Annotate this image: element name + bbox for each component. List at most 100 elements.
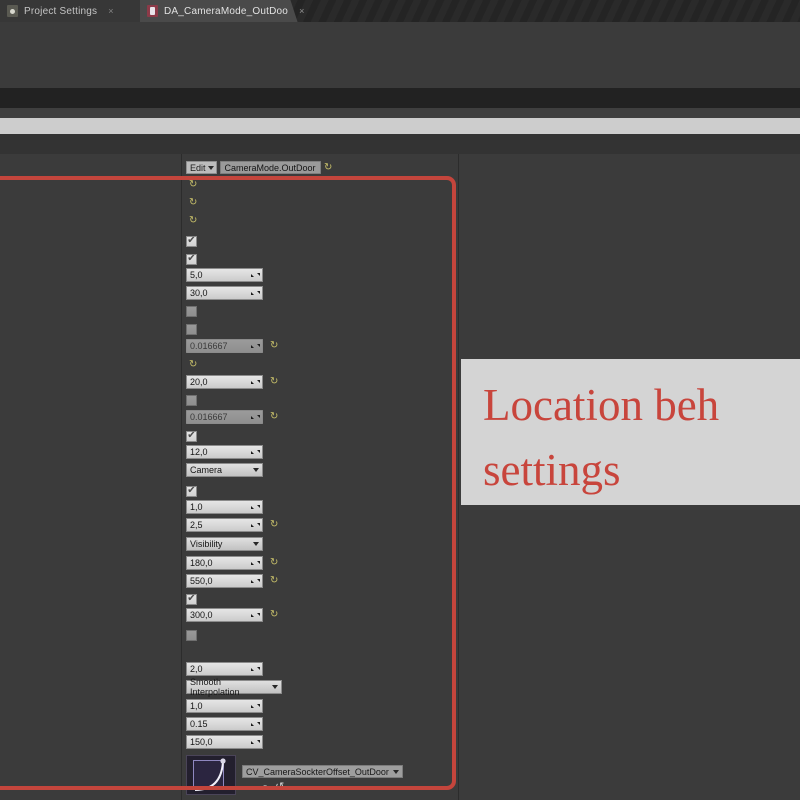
chevron-down-icon bbox=[207, 165, 214, 170]
checkbox-unchecked[interactable] bbox=[186, 323, 197, 335]
spinner-icon[interactable] bbox=[251, 521, 260, 529]
dropdown-select[interactable]: Smooth Interpolation bbox=[186, 677, 282, 697]
spinner-icon[interactable] bbox=[251, 503, 260, 511]
number-input[interactable]: 2,5 bbox=[186, 518, 263, 532]
number-input[interactable]: 1,0 bbox=[186, 699, 263, 713]
edit-button-label: Edit bbox=[190, 162, 206, 173]
tab-da-cameramode-outdoor[interactable]: DA_CameraMode_OutDoo × bbox=[140, 0, 304, 22]
dropdown-select[interactable]: Visibility bbox=[186, 537, 263, 551]
number-input[interactable]: 20,0 bbox=[186, 375, 263, 389]
property-row: Camera bbox=[186, 463, 263, 477]
property-row: ✔ bbox=[186, 234, 197, 248]
tab-bar: Project Settings × DA_CameraMode_OutDoo … bbox=[0, 0, 800, 22]
asset-tool-row: ← ⌕ ↺ bbox=[242, 782, 403, 793]
reset-arrow-icon[interactable] bbox=[270, 412, 279, 422]
edit-dropdown-button[interactable]: Edit bbox=[186, 161, 217, 174]
number-input-value: 30,0 bbox=[190, 288, 208, 298]
spinner-icon[interactable] bbox=[251, 448, 260, 456]
number-input-value: 550,0 bbox=[190, 576, 213, 586]
number-input[interactable]: 300,0 bbox=[186, 608, 263, 622]
sub-header-strip bbox=[0, 134, 800, 154]
number-input[interactable]: 30,0 bbox=[186, 286, 263, 300]
number-input[interactable]: 0.016667 bbox=[186, 410, 263, 424]
checkbox-unchecked[interactable] bbox=[186, 394, 197, 406]
reset-arrow-icon[interactable] bbox=[270, 576, 279, 586]
dropdown-select[interactable]: Camera bbox=[186, 463, 263, 477]
checkbox-unchecked[interactable] bbox=[186, 629, 197, 641]
dropdown-select-value: Camera bbox=[190, 465, 223, 475]
reset-arrow-icon[interactable] bbox=[270, 610, 279, 620]
spinner-icon[interactable] bbox=[251, 665, 260, 673]
number-input[interactable]: 5,0 bbox=[186, 268, 263, 282]
checkbox-unchecked[interactable] bbox=[186, 305, 197, 317]
property-row: Visibility bbox=[186, 537, 263, 551]
back-arrow-icon[interactable]: ← bbox=[244, 782, 255, 793]
reset-arrow-icon[interactable] bbox=[189, 360, 198, 370]
asset-select-value: CV_CameraSockterOffset_OutDoor bbox=[246, 766, 389, 777]
property-row: 30,0 bbox=[186, 286, 263, 300]
number-input[interactable]: 550,0 bbox=[186, 574, 263, 588]
chevron-down-icon bbox=[253, 542, 259, 546]
spinner-icon[interactable] bbox=[251, 559, 260, 567]
number-input-value: 1,0 bbox=[190, 701, 203, 711]
reset-arrow-icon[interactable] bbox=[189, 216, 198, 226]
dropdown-select-value: Visibility bbox=[190, 539, 223, 549]
light-divider-strip bbox=[0, 118, 800, 134]
spinner-icon[interactable] bbox=[251, 413, 260, 421]
spinner-icon[interactable] bbox=[251, 289, 260, 297]
spinner-icon[interactable] bbox=[251, 342, 260, 350]
separator-strip bbox=[0, 108, 800, 118]
number-input-value: 300,0 bbox=[190, 610, 213, 620]
asset-picker-row: CV_CameraSockterOffset_OutDoor ← ⌕ ↺ bbox=[186, 755, 403, 795]
number-input[interactable]: 150,0 bbox=[186, 735, 263, 749]
property-row: Smooth Interpolation bbox=[186, 677, 282, 697]
asset-select[interactable]: CV_CameraSockterOffset_OutDoor bbox=[242, 765, 403, 778]
close-icon[interactable]: × bbox=[108, 6, 113, 16]
close-icon[interactable]: × bbox=[299, 6, 304, 16]
number-input-value: 0.15 bbox=[190, 719, 208, 729]
checkbox-checked[interactable]: ✔ bbox=[186, 235, 197, 247]
spinner-icon[interactable] bbox=[251, 702, 260, 710]
checkbox-checked[interactable]: ✔ bbox=[186, 593, 197, 605]
number-input[interactable]: 1,0 bbox=[186, 500, 263, 514]
checkbox-checked[interactable]: ✔ bbox=[186, 430, 197, 442]
chevron-down-icon bbox=[272, 685, 278, 689]
reset-arrow-icon[interactable] bbox=[189, 198, 198, 208]
asset-path-field[interactable]: CameraMode.OutDoor bbox=[219, 161, 321, 174]
tab-label-project-settings: Project Settings bbox=[24, 5, 98, 17]
tab-project-settings[interactable]: Project Settings × bbox=[0, 0, 140, 22]
spinner-icon[interactable] bbox=[251, 577, 260, 585]
property-row: 1,0 bbox=[186, 500, 263, 514]
menu-strip bbox=[0, 88, 800, 108]
spinner-icon[interactable] bbox=[251, 738, 260, 746]
reset-arrow-icon[interactable] bbox=[189, 180, 198, 190]
dropdown-select-value: Smooth Interpolation bbox=[190, 677, 240, 697]
reset-arrow-icon[interactable] bbox=[270, 341, 279, 351]
spinner-icon[interactable] bbox=[251, 611, 260, 619]
curve-asset-thumbnail[interactable] bbox=[186, 755, 236, 795]
number-input[interactable]: 0.15 bbox=[186, 717, 263, 731]
spinner-icon[interactable] bbox=[251, 720, 260, 728]
reset-arrow-icon[interactable] bbox=[270, 520, 279, 530]
reset-arrow-icon[interactable] bbox=[324, 163, 333, 173]
number-input[interactable]: 2,0 bbox=[186, 662, 263, 676]
property-row: 0.016667 bbox=[186, 410, 279, 424]
property-row: 0.016667 bbox=[186, 339, 279, 353]
reset-arrow-icon[interactable] bbox=[270, 558, 279, 568]
number-input-value: 0.016667 bbox=[190, 412, 228, 422]
spinner-icon[interactable] bbox=[251, 271, 260, 279]
number-input-value: 1,0 bbox=[190, 502, 203, 512]
number-input[interactable]: 180,0 bbox=[186, 556, 263, 570]
browse-magnifier-icon[interactable]: ⌕ bbox=[262, 782, 268, 793]
property-row bbox=[186, 196, 198, 210]
reset-arrow-icon[interactable] bbox=[270, 377, 279, 387]
number-input[interactable]: 0.016667 bbox=[186, 339, 263, 353]
property-row bbox=[186, 393, 197, 407]
chevron-down-icon bbox=[392, 769, 399, 774]
number-input[interactable]: 12,0 bbox=[186, 445, 263, 459]
checkbox-checked[interactable]: ✔ bbox=[186, 253, 197, 265]
checkbox-checked[interactable]: ✔ bbox=[186, 485, 197, 497]
spinner-icon[interactable] bbox=[251, 378, 260, 386]
reset-arrow-icon[interactable]: ↺ bbox=[275, 782, 284, 793]
property-row bbox=[186, 628, 197, 642]
